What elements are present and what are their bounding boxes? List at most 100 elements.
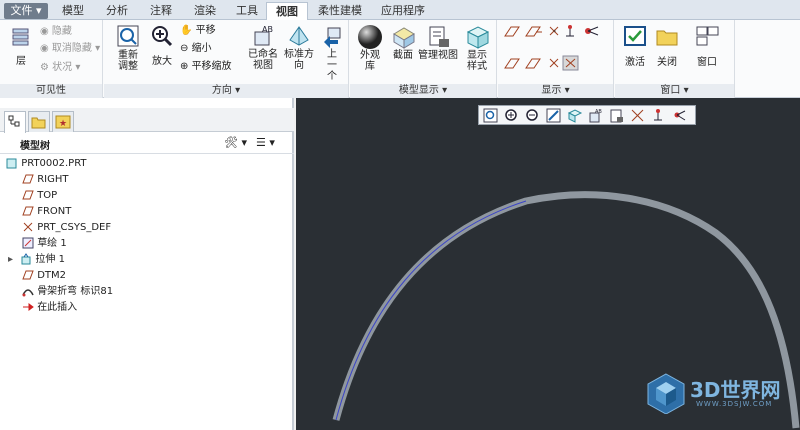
watermark-logo-icon [647,373,685,414]
unhide-label: 取消隐藏 [51,43,92,54]
pan-button[interactable]: ✋ 平移 [180,24,216,38]
layer-button[interactable]: 层 [6,26,36,67]
activate-icon [624,26,646,46]
group-model-display-label[interactable]: 模型显示 ▾ [350,84,496,98]
tab-file[interactable]: 文件 ▾ [4,3,48,19]
watermark-brand: 3D世界网 [690,378,781,402]
tree-settings-button[interactable]: 🛠 ▾ [224,136,247,149]
window-icon [696,26,719,46]
eye-icon: ◉ [40,43,52,54]
arc-edge-highlight [335,200,527,421]
tab-model[interactable]: 模型 [52,2,94,20]
tree-item-sketch[interactable]: 草绘 1 [22,236,67,252]
tab-analysis[interactable]: 分析 [96,2,138,20]
activate-label: 激活 [625,57,645,68]
tab-favorites[interactable]: ★ [52,111,74,132]
tab-annotate[interactable]: 注释 [140,2,182,20]
group-model-display-title: 模型显示 [398,85,439,96]
group-show: * 显示 ▾ [498,20,614,98]
tree-item-right[interactable]: RIGHT [22,172,68,188]
sphere-icon [358,25,382,49]
named-views-button[interactable]: AB 已命名视图 [248,24,278,71]
group-model-display: 外观库 截面 管理视图 显示样式 模型显示 ▾ [350,20,497,98]
tree-item-label: 草绘 1 [37,238,67,249]
window-button[interactable]: 窗口 [691,24,723,68]
tree-filter-button[interactable]: ☰ ▾ [256,136,275,149]
navigator-panel: ★ 模型树 🛠 ▾ ☰ ▾ PRT0002.PRT RIGHT TOP FRON… [0,98,294,430]
tree-item-label: PRT_CSYS_DEF [37,222,112,233]
zoom-out-icon: ⊖ [180,43,192,54]
pan-zoom-button[interactable]: ⊕ 平移缩放 [180,60,232,74]
status-button[interactable]: ⚙ 状况 ▾ [40,61,80,75]
refit-button[interactable]: 重新调整 [114,24,142,72]
layers-icon [12,28,29,46]
tools-icon: 🛠 [224,136,238,149]
tab-folder-browser[interactable] [28,111,50,132]
group-show-title: 显示 [541,85,562,96]
tree-item-front[interactable]: FRONT [22,204,71,220]
tab-model-tree[interactable] [4,111,26,133]
tab-flexible-modeling[interactable]: 柔性建模 [310,2,370,20]
zoom-out-button[interactable]: ⊖ 缩小 [180,42,212,56]
close-button[interactable]: 关闭 [651,24,683,68]
pan-zoom-icon: ⊕ [180,61,192,72]
plane-display-icon [504,26,520,37]
datum-plane-icon [22,174,34,184]
manage-views-button[interactable]: 管理视图 [418,24,458,61]
status-label: 状况 [52,62,73,73]
svg-text:★: ★ [59,119,67,129]
tree-item-label: FRONT [37,206,72,217]
expand-arrow-icon[interactable]: ▸ [8,254,13,265]
group-window: 激活 关闭 窗口 窗口 ▾ [615,20,735,98]
unhide-button[interactable]: ◉ 取消隐藏 ▾ [40,42,100,56]
tree-item-part[interactable]: PRT0002.PRT [6,156,87,172]
group-orientation-title: 方向 [211,85,232,96]
activate-button[interactable]: 激活 [619,24,651,68]
datum-plane-icon [22,270,34,280]
model-tree-icon [8,115,20,127]
plane-tag-icon [504,58,520,69]
named-views-icon: AB [254,25,273,46]
zoom-in-button[interactable]: 放大 [148,24,176,67]
tab-tools[interactable]: 工具 [228,2,266,20]
insert-here-icon [23,303,34,311]
tree-item-dtm2[interactable]: DTM2 [22,268,66,284]
tree-item-csys[interactable]: PRT_CSYS_DEF [22,220,111,236]
svg-text:*: * [553,29,556,36]
close-label: 关闭 [657,57,677,68]
appearance-gallery-button[interactable]: 外观库 [355,24,385,72]
tree-item-label: 骨架折弯 标识81 [37,286,114,297]
display-style-label: 显示样式 [467,50,487,72]
group-window-label[interactable]: 窗口 ▾ [615,84,734,98]
tree-item-top[interactable]: TOP [22,188,57,204]
section-button[interactable]: 截面 [388,24,418,61]
standard-orientation-button[interactable]: 标准方向 [284,24,314,71]
tree-item-label: DTM2 [37,270,66,281]
refit-label: 重新调整 [118,50,138,72]
folder-browser-icon [31,117,46,129]
group-orientation-label[interactable]: 方向 ▾ [104,84,348,98]
navigator-tabs: ★ [0,108,294,133]
standard-orientation-label: 标准方向 [284,49,314,71]
sketch-icon [22,237,34,249]
tree-item-insert-here[interactable]: 在此插入 [22,300,77,316]
model-tree-header: 模型树 🛠 ▾ ☰ ▾ [0,134,294,154]
hand-icon: ✋ [180,25,196,36]
appearance-label: 外观库 [360,50,380,72]
tab-render[interactable]: 渲染 [184,2,226,20]
hide-button[interactable]: ◉ 隐藏 [40,25,72,39]
watermark-url: WWW.3DSJW.COM [696,400,773,408]
tab-applications[interactable]: 应用程序 [372,2,434,20]
model-tree-title: 模型树 [20,141,50,152]
pan-label: 平移 [195,25,216,36]
graphics-viewport[interactable]: AB 3D世界网 WWW.3DSJW.COM [296,98,800,430]
tab-view[interactable]: 视图 [266,2,308,20]
group-show-label[interactable]: 显示 ▾ [498,84,613,98]
tree-item-extrude[interactable]: ▸ 拉伸 1 [8,252,65,268]
zoom-in-label: 放大 [152,56,172,67]
previous-view-button[interactable]: 上一个 [318,24,346,82]
tree-item-spinal-bend[interactable]: 骨架折弯 标识81 [22,284,113,300]
display-style-icon [466,26,490,49]
display-style-button[interactable]: 显示样式 [460,24,494,72]
datum-plane-icon [22,190,34,200]
